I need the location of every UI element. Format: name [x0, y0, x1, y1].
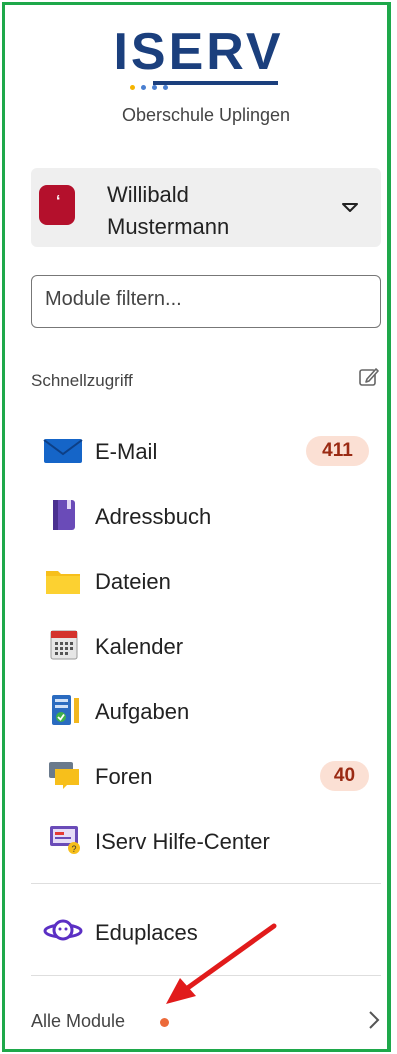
school-name: Oberschule Uplingen — [121, 105, 291, 125]
folder-icon — [46, 571, 80, 594]
nav-item-tasks[interactable]: Aufgaben — [31, 683, 381, 735]
chevron-down-icon — [342, 203, 358, 212]
nav-item-label: IServ Hilfe-Center — [95, 829, 270, 854]
nav-item-label: Kalender — [95, 634, 184, 659]
addressbook-icon — [53, 500, 75, 530]
calendar-icon — [50, 630, 78, 660]
module-filter-input[interactable]: Module filtern... — [31, 275, 381, 328]
logo-underline — [153, 81, 278, 85]
forum-icon — [49, 762, 79, 789]
user-menu-button[interactable]: ʻ Willibald Mustermann — [31, 168, 381, 247]
divider — [31, 883, 381, 884]
user-name: Willibald Mustermann — [107, 182, 230, 239]
notification-dot — [160, 1018, 169, 1027]
nav-item-email[interactable]: E-Mail 411 — [31, 423, 381, 475]
nav-item-label: Dateien — [95, 569, 171, 594]
filter-placeholder: Module filtern... — [45, 288, 182, 310]
edit-icon[interactable] — [358, 366, 380, 388]
unread-count-badge: 411 — [306, 436, 369, 466]
chevron-right-icon[interactable] — [368, 1010, 380, 1030]
quick-access-title: Schnellzugriff — [31, 371, 133, 390]
nav-item-label: Foren — [95, 764, 153, 789]
nav-item-label: Aufgaben — [95, 699, 190, 724]
annotation-arrow-icon — [166, 923, 277, 1004]
tasks-icon — [52, 695, 79, 725]
all-modules-link[interactable]: Alle Module — [31, 1011, 125, 1032]
avatar-face-icon: ʻ — [56, 193, 61, 210]
eduplaces-icon — [43, 919, 83, 941]
help-center-icon: ? — [50, 826, 80, 854]
logo-text: ISERV — [113, 23, 284, 81]
iserv-logo: ISERV — [0, 26, 397, 78]
svg-text:?: ? — [72, 844, 77, 854]
nav-item-addressbook[interactable]: Adressbuch — [31, 488, 381, 540]
unread-count-badge: 40 — [320, 761, 369, 791]
mail-icon — [43, 439, 83, 463]
nav-item-help-center[interactable]: ? IServ Hilfe-Center — [31, 813, 381, 865]
nav-item-calendar[interactable]: Kalender — [31, 618, 381, 670]
nav-item-label: Adressbuch — [95, 504, 212, 529]
nav-item-forums[interactable]: Foren 40 — [31, 748, 381, 800]
nav-item-files[interactable]: Dateien — [31, 553, 381, 605]
nav-item-label: E-Mail — [95, 439, 158, 464]
avatar: ʻ — [39, 185, 75, 225]
